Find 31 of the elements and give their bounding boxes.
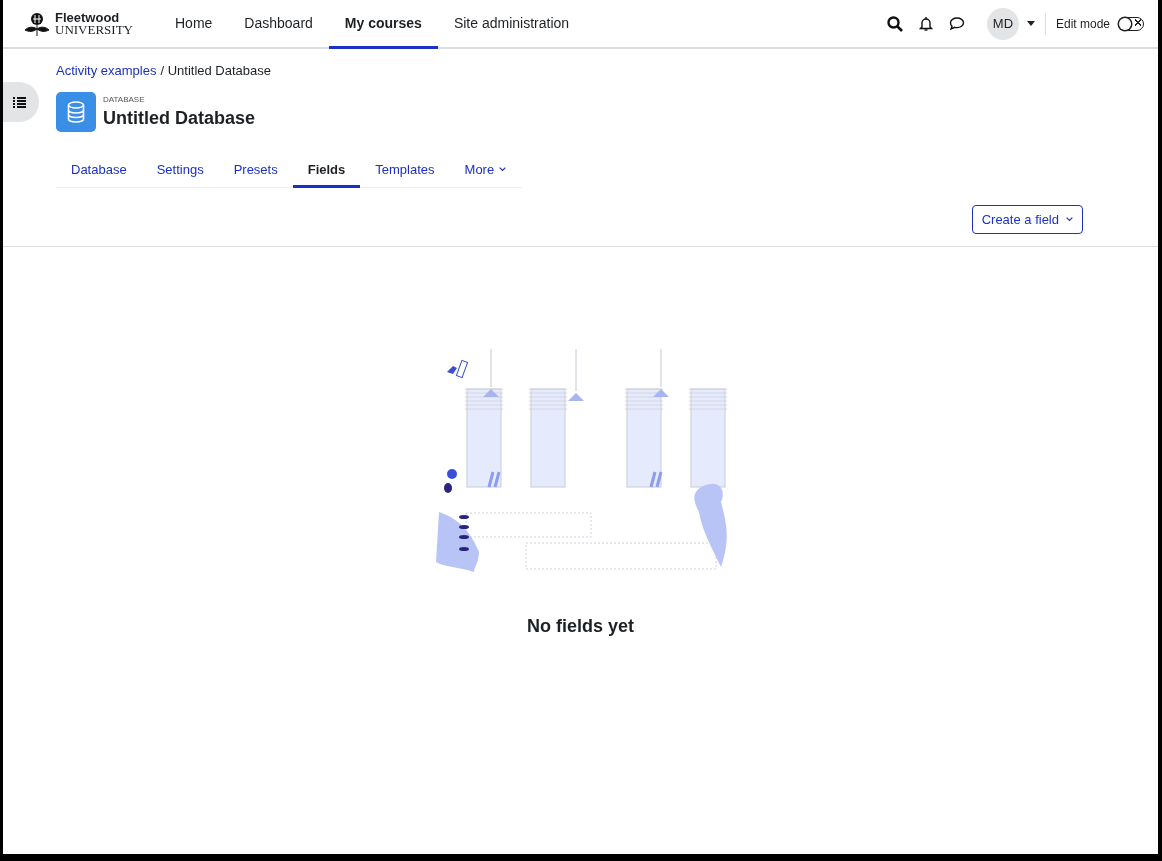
tab[interactable]: Presets — [218, 154, 293, 188]
edit-mode-switch[interactable] — [1118, 16, 1144, 31]
tab[interactable]: Fields — [292, 154, 361, 188]
brand-name: Fleetwood — [55, 11, 121, 24]
edit-mode-label: Edit mode — [1055, 16, 1110, 31]
list-icon — [12, 96, 26, 108]
bell-icon — [918, 15, 933, 32]
tab[interactable]: Settings — [141, 154, 219, 188]
nav-link[interactable]: Site administration — [437, 0, 586, 49]
chevron-down-icon — [1066, 217, 1073, 222]
page-title: Untitled Database — [103, 108, 256, 129]
create-field-button[interactable]: Create a field — [971, 205, 1083, 234]
user-avatar[interactable]: MD — [986, 7, 1019, 40]
brand-subtitle: UNIVERSITY — [55, 23, 133, 36]
empty-state-message: No fields yet — [527, 616, 634, 637]
breadcrumb-current: / Untitled Database — [160, 63, 271, 78]
search-icon — [886, 15, 903, 32]
chevron-down-icon — [499, 167, 507, 172]
tab[interactable]: Database — [56, 154, 142, 188]
chat-bubble-icon — [948, 16, 965, 31]
flower-logo-icon — [23, 10, 51, 37]
course-index-button[interactable] — [3, 82, 39, 122]
nav-link[interactable]: My courses — [328, 0, 438, 49]
tab[interactable]: More — [449, 154, 522, 188]
breadcrumb-link[interactable]: Activity examples — [56, 63, 157, 78]
nav-link[interactable]: Dashboard — [228, 0, 329, 49]
activity-type: DATABASE — [103, 95, 146, 104]
tab[interactable]: Templates — [360, 154, 450, 188]
database-cylinder-icon — [67, 101, 85, 123]
nav-link[interactable]: Home — [159, 0, 229, 49]
caret-down-icon — [1026, 21, 1035, 26]
